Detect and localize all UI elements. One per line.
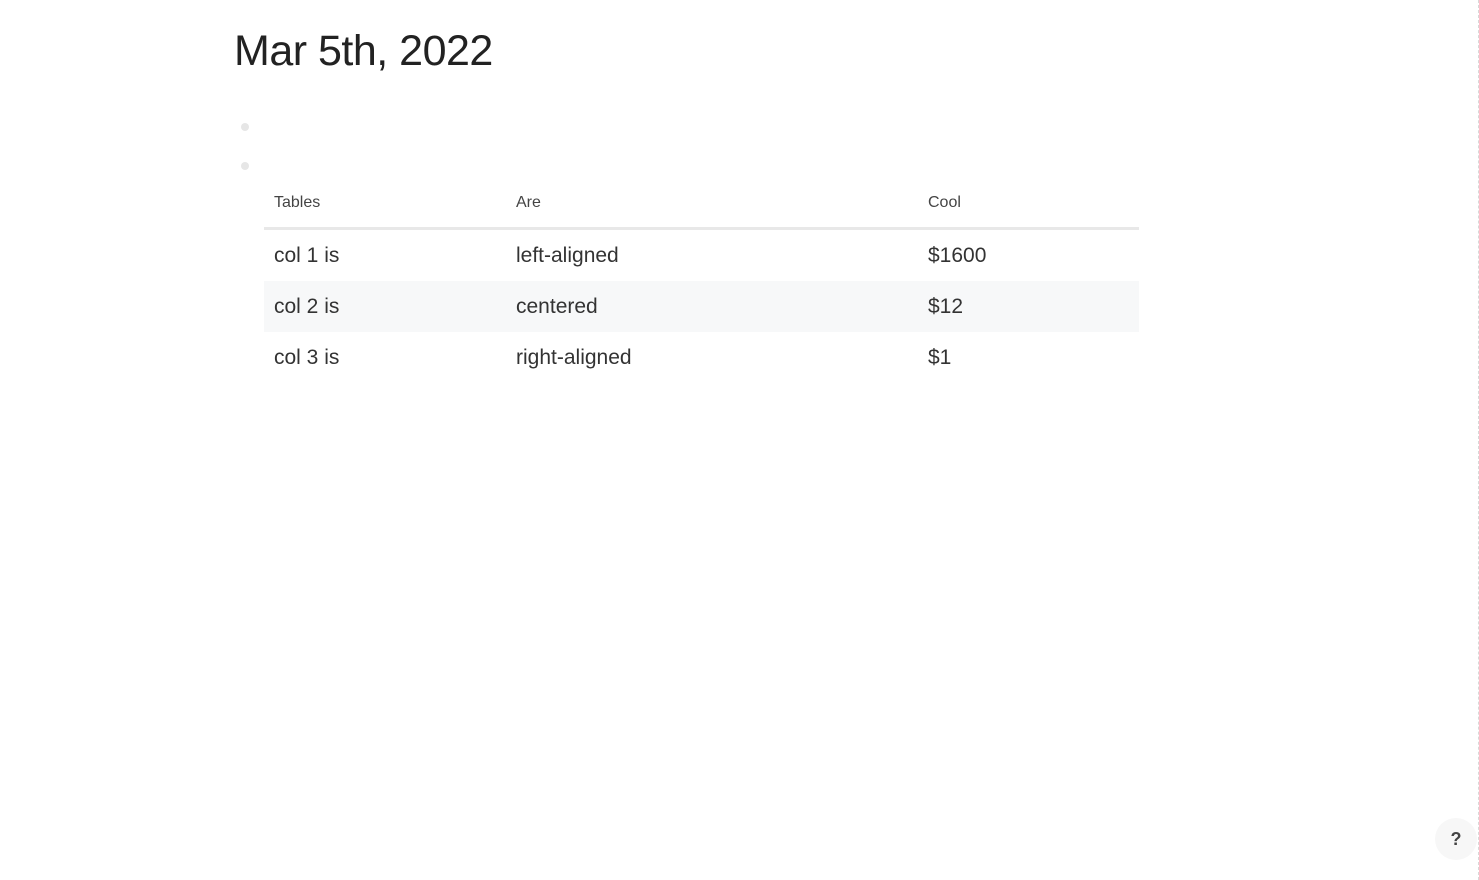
table-header-tables: Tables [264, 178, 506, 230]
markdown-table: Tables Are Cool col 1 is left-aligned $1… [264, 178, 1139, 383]
block-bullet-table[interactable] [241, 162, 249, 170]
table-cell: $1600 [928, 243, 987, 267]
table-cell: $1 [928, 345, 952, 369]
table-header-row: Tables Are Cool [264, 178, 1139, 230]
table-row: col 2 is centered $12 [264, 281, 1139, 332]
table-cell: col 3 is [274, 345, 340, 369]
block-bullet-empty[interactable] [241, 123, 249, 131]
table-row: col 1 is left-aligned $1600 [264, 229, 1139, 282]
table-row: col 3 is right-aligned $1 [264, 332, 1139, 383]
help-button[interactable]: ? [1435, 818, 1477, 860]
table-cell: col 2 is [264, 281, 506, 332]
table-cell: centered [506, 281, 918, 332]
table-header-cool: Cool [918, 178, 1139, 230]
table-header-are: Are [506, 178, 918, 230]
journal-page: Mar 5th, 2022 Tables Are Cool col 1 is l… [0, 0, 1479, 880]
table-cell: left-aligned [516, 243, 619, 267]
table-cell: col 1 is [274, 243, 340, 267]
page-title[interactable]: Mar 5th, 2022 [234, 24, 493, 78]
table-cell: $12 [918, 281, 1139, 332]
table-cell: right-aligned [516, 345, 632, 369]
